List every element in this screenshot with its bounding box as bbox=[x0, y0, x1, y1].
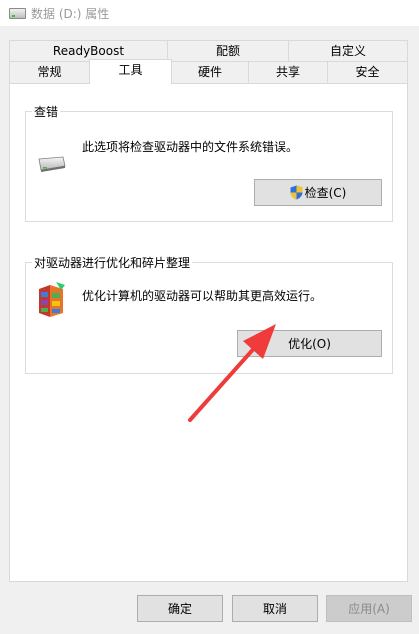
apply-button[interactable]: 应用(A) bbox=[326, 595, 412, 622]
tab-security[interactable]: 安全 bbox=[327, 61, 408, 83]
optimize-description: 优化计算机的驱动器可以帮助其更高效运行。 bbox=[82, 289, 323, 303]
title-bar: 数据 (D:) 属性 bbox=[0, 0, 419, 26]
tab-general[interactable]: 常规 bbox=[9, 61, 90, 83]
tab-hardware[interactable]: 硬件 bbox=[171, 61, 249, 83]
optimize-title: 对驱动器进行优化和碎片整理 bbox=[32, 254, 193, 271]
cancel-button[interactable]: 取消 bbox=[232, 595, 318, 622]
properties-dialog: ReadyBoost 配额 自定义 常规 工具 硬件 共享 安全 查错 此选项将… bbox=[0, 26, 419, 634]
tab-sharing[interactable]: 共享 bbox=[248, 61, 328, 83]
tab-quota[interactable]: 配额 bbox=[167, 40, 289, 62]
check-button-label: 检查(C) bbox=[304, 186, 347, 200]
error-check-group: 查错 此选项将检查驱动器中的文件系统错误。 检查(C) bbox=[25, 103, 393, 222]
window-title: 数据 (D:) 属性 bbox=[31, 7, 110, 21]
error-check-title: 查错 bbox=[32, 103, 61, 120]
optimize-group: 对驱动器进行优化和碎片整理 优化计算机的驱动器可以帮助其更高效运行。 优化(O) bbox=[25, 254, 393, 374]
check-button[interactable]: 检查(C) bbox=[254, 179, 382, 206]
defrag-icon bbox=[39, 282, 65, 317]
tab-tools[interactable]: 工具 bbox=[89, 59, 172, 84]
tools-panel: 查错 此选项将检查驱动器中的文件系统错误。 检查(C) 对驱动器进行优化和碎片整… bbox=[9, 83, 408, 582]
optimize-button[interactable]: 优化(O) bbox=[237, 330, 382, 357]
ok-button[interactable]: 确定 bbox=[137, 595, 223, 622]
tab-customize[interactable]: 自定义 bbox=[288, 40, 408, 62]
error-check-description: 此选项将检查驱动器中的文件系统错误。 bbox=[82, 140, 299, 154]
drive-icon bbox=[9, 8, 26, 19]
uac-shield-icon bbox=[290, 185, 303, 200]
drive-icon bbox=[38, 156, 66, 172]
